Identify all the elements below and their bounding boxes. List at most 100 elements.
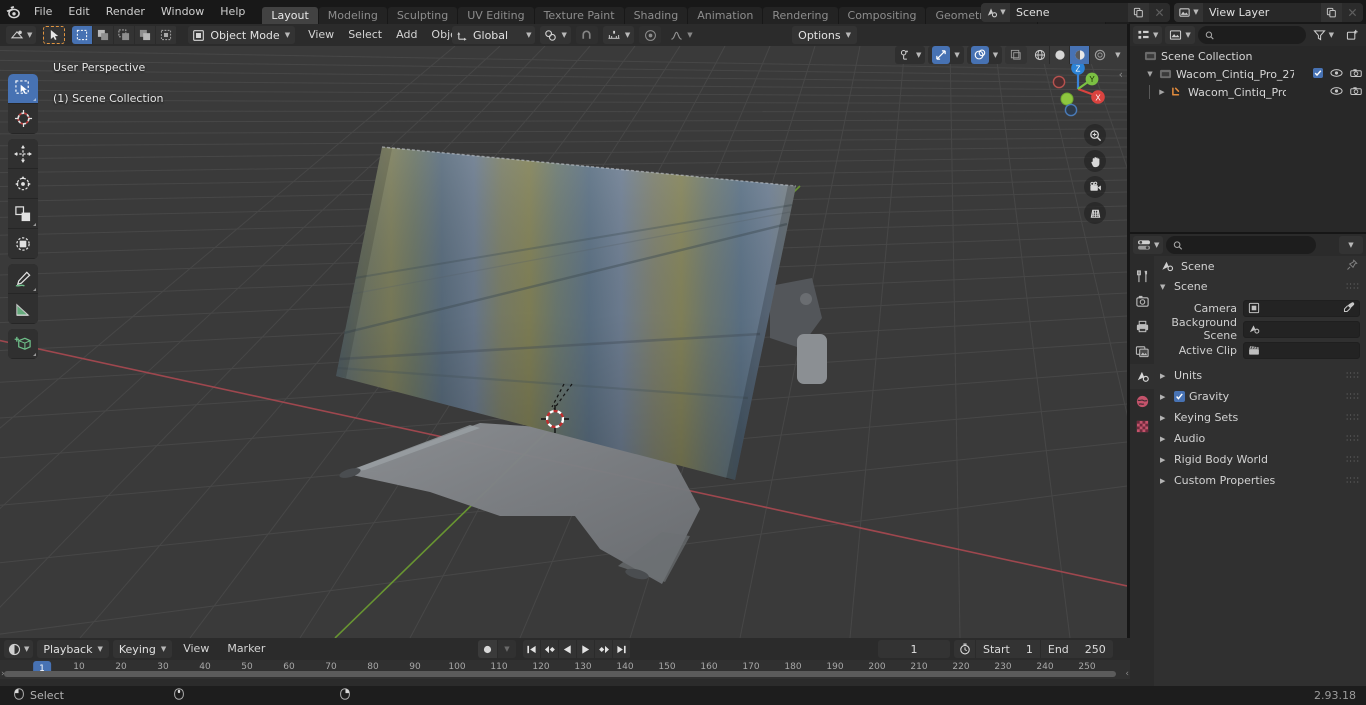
viewport-menu-add[interactable]: Add xyxy=(389,26,424,44)
use-preview-range-icon[interactable] xyxy=(954,640,976,658)
toggle-perspective-icon[interactable] xyxy=(1084,202,1106,224)
tool-transform[interactable] xyxy=(8,229,38,259)
viewport-3d[interactable]: User Perspective (1) Scene Collection Z … xyxy=(0,46,1127,638)
auto-keying-options-chevron-down-icon[interactable]: ▼ xyxy=(498,640,516,658)
expander-right-icon[interactable]: ▶ xyxy=(1160,456,1168,464)
object-mode-dropdown[interactable]: Object Mode ▼ xyxy=(188,26,296,44)
view-layer-icon[interactable]: ▼ xyxy=(1174,2,1203,22)
auto-keying-record-icon[interactable] xyxy=(478,640,498,658)
shading-rendered-icon[interactable] xyxy=(1090,46,1111,64)
expander-right-icon[interactable]: ▶ xyxy=(1160,393,1168,401)
gizmo-icon[interactable] xyxy=(932,46,951,64)
subpanel-custom-properties[interactable]: ▶ Custom Properties ···· ···· xyxy=(1154,470,1366,491)
workspace-tab-modeling[interactable]: Modeling xyxy=(318,7,387,24)
prev-keyframe-icon[interactable] xyxy=(541,640,559,658)
workspace-tab-layout[interactable]: Layout xyxy=(262,7,318,24)
workspace-tab-shading[interactable]: Shading xyxy=(624,7,688,24)
select-intersect-mode-icon[interactable] xyxy=(156,26,178,44)
workspace-tab-uv-editing[interactable]: UV Editing xyxy=(458,7,534,24)
proportional-falloff-dropdown[interactable]: ▼ xyxy=(666,26,696,44)
workspace-tab-compositing[interactable]: Compositing xyxy=(838,7,926,24)
select-box-mode-icon[interactable] xyxy=(72,26,94,44)
outliner-display-mode-dropdown[interactable]: ▼ xyxy=(1165,26,1195,44)
pin-icon[interactable] xyxy=(1346,258,1358,274)
camera-icon[interactable] xyxy=(1350,68,1362,81)
panel-drag-dots-icon[interactable]: ···· ···· xyxy=(1346,433,1360,445)
viewport-menu-view[interactable]: View xyxy=(301,26,341,44)
expander-down-icon[interactable]: ▼ xyxy=(1144,70,1156,78)
menu-window[interactable]: Window xyxy=(153,0,212,24)
unlink-scene-button[interactable] xyxy=(1149,2,1170,22)
properties-search-input[interactable] xyxy=(1166,236,1317,254)
view-layer-selector[interactable]: ▼ View Layer xyxy=(1174,2,1363,22)
select-extend-mode-icon[interactable] xyxy=(93,26,115,44)
expander-right-icon[interactable]: ▶ xyxy=(1160,477,1168,485)
next-keyframe-icon[interactable] xyxy=(595,640,613,658)
zoom-icon[interactable] xyxy=(1084,124,1106,146)
subpanel-audio[interactable]: ▶ Audio ···· ···· xyxy=(1154,428,1366,449)
view-layer-name-field[interactable]: View Layer xyxy=(1203,2,1321,22)
properties-tab-world[interactable] xyxy=(1130,389,1154,414)
navigation-gizmo[interactable]: Z Y X xyxy=(1047,58,1109,120)
shading-wireframe-icon[interactable] xyxy=(1030,46,1051,64)
properties-options-dropdown[interactable]: ▼ xyxy=(1339,236,1363,254)
tool-scale[interactable] xyxy=(8,199,38,229)
jump-to-end-icon[interactable] xyxy=(613,640,631,658)
object-visibility-dropdown[interactable]: ▼ xyxy=(895,46,926,64)
tool-cursor[interactable] xyxy=(8,104,38,134)
transform-orientation-dropdown[interactable]: Global ▼ xyxy=(452,26,536,44)
expander-right-icon[interactable]: ▶ xyxy=(1156,88,1168,96)
panel-drag-dots-icon[interactable]: ···· ···· xyxy=(1346,475,1360,487)
outliner-row-wacom-collection[interactable]: ▼ Wacom_Cintiq_Pro_27_with_2 xyxy=(1130,65,1366,83)
start-frame-field[interactable]: Start 1 xyxy=(976,640,1041,658)
panel-drag-dots-icon[interactable]: ···· ···· xyxy=(1346,370,1360,382)
timeline-editor-type-selector[interactable]: ▼ xyxy=(4,640,34,658)
scene-name-field[interactable]: Scene xyxy=(1010,2,1128,22)
properties-tab-output[interactable] xyxy=(1130,314,1154,339)
overlays-toggle-dropdown[interactable]: ▼ xyxy=(966,46,1003,64)
tool-measure[interactable] xyxy=(8,294,38,324)
tool-tweak-select-box[interactable] xyxy=(8,74,38,104)
properties-tab-render[interactable] xyxy=(1130,289,1154,314)
snap-magnet-toggle[interactable] xyxy=(575,26,598,44)
play-reverse-icon[interactable] xyxy=(559,640,577,658)
timeline-menu-playback[interactable]: Playback ▼ xyxy=(37,640,109,658)
jump-to-start-icon[interactable] xyxy=(523,640,541,658)
workspace-tab-sculpting[interactable]: Sculpting xyxy=(387,7,458,24)
panel-drag-dots-icon[interactable]: ···· ···· xyxy=(1346,391,1360,403)
xray-toggle[interactable] xyxy=(1005,46,1028,64)
expander-right-icon[interactable]: ▶ xyxy=(1160,414,1168,422)
scene-icon[interactable]: ▼ xyxy=(981,2,1010,22)
panel-drag-dots-icon[interactable]: ···· ···· xyxy=(1346,454,1360,466)
camera-view-icon[interactable] xyxy=(1084,176,1106,198)
eye-icon[interactable] xyxy=(1330,68,1343,81)
tool-move[interactable] xyxy=(8,139,38,169)
outliner-editor-type-selector[interactable]: ▼ xyxy=(1133,26,1163,44)
timeline-ruler[interactable]: 10 20 30 40 50 60 70 80 90 100 110 120 1… xyxy=(0,660,1130,679)
scrollbar-right-handle[interactable]: ‹ xyxy=(1125,669,1129,679)
menu-render[interactable]: Render xyxy=(98,0,153,24)
outliner-filter-dropdown[interactable]: ▼ xyxy=(1309,26,1338,44)
viewport-options-dropdown[interactable]: Options ▼ xyxy=(792,26,857,44)
current-frame-field[interactable]: 1 xyxy=(878,640,950,658)
outliner-row-wacom-mesh[interactable]: ▶ Wacom_Cintiq_Pro_27_w xyxy=(1130,83,1366,101)
tool-annotate[interactable] xyxy=(8,264,38,294)
shading-popover-chevron-down-icon[interactable]: ▼ xyxy=(1115,51,1120,59)
editor-type-selector[interactable]: ▼ xyxy=(6,26,37,44)
pan-hand-icon[interactable] xyxy=(1084,150,1106,172)
outliner-row-scene-collection[interactable]: Scene Collection xyxy=(1130,47,1366,65)
workspace-tab-animation[interactable]: Animation xyxy=(688,7,763,24)
new-scene-button[interactable] xyxy=(1128,2,1149,22)
scrollbar-left-handle[interactable]: › xyxy=(1,669,5,679)
select-subtract-mode-icon[interactable] xyxy=(114,26,136,44)
background-scene-field[interactable] xyxy=(1243,320,1360,338)
play-icon[interactable] xyxy=(577,640,595,658)
properties-editor-type-selector[interactable]: ▼ xyxy=(1133,236,1164,254)
viewport-sidebar-collapse-icon[interactable]: ‹ xyxy=(1119,68,1123,81)
menu-help[interactable]: Help xyxy=(212,0,253,24)
checkbox-icon[interactable] xyxy=(1313,67,1323,81)
subpanel-keying-sets[interactable]: ▶ Keying Sets ···· ···· xyxy=(1154,407,1366,428)
properties-tab-scene[interactable] xyxy=(1130,364,1154,389)
timeline-horizontal-scrollbar[interactable] xyxy=(4,671,1116,677)
camera-field[interactable] xyxy=(1243,299,1360,317)
